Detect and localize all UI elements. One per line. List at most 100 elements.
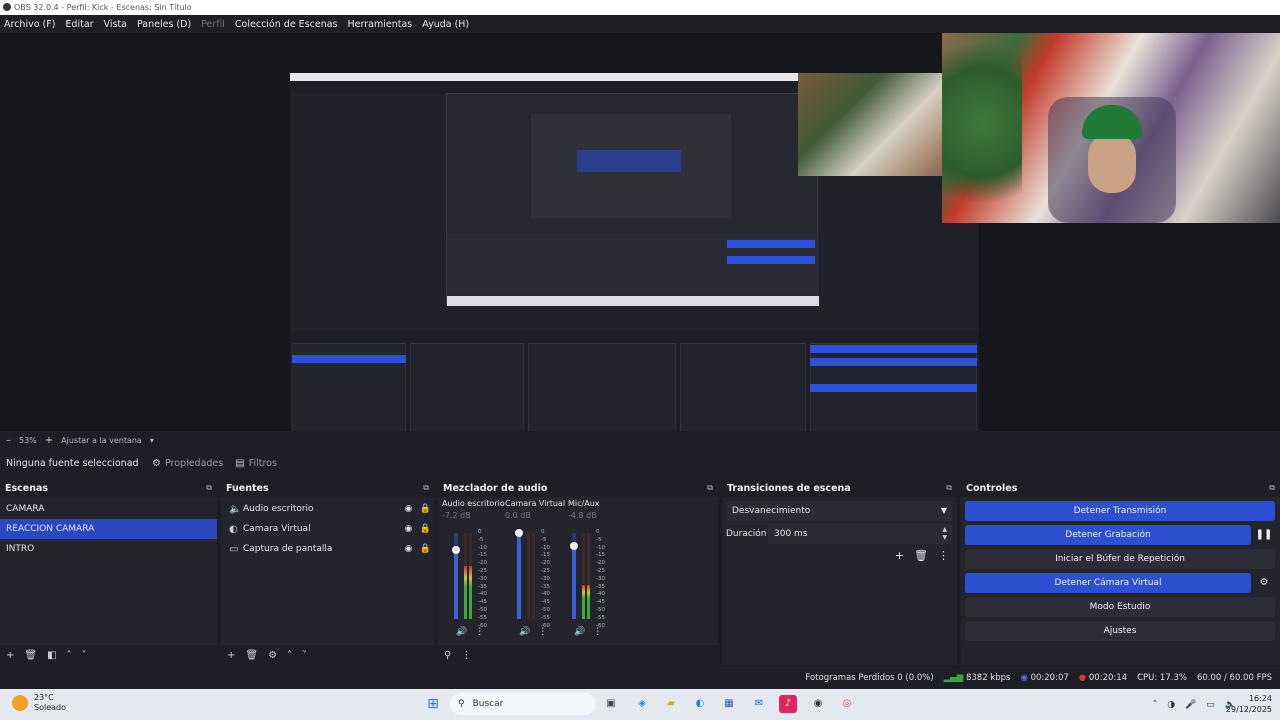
spinner-arrows-icon[interactable]: ▲ ▼ — [942, 526, 947, 542]
fit-window-dropdown[interactable]: Ajustar a la ventana — [61, 436, 142, 445]
menu-ayuda[interactable]: Ayuda (H) — [422, 19, 469, 30]
more-options-icon[interactable]: ⋮ — [538, 627, 547, 637]
undock-icon[interactable]: ⧉ — [946, 483, 952, 493]
mute-icon[interactable]: 🔊 — [519, 627, 530, 637]
db-tick-label: -20 — [596, 560, 605, 567]
more-options-icon[interactable]: ⋮ — [461, 650, 471, 661]
zoom-in-button[interactable]: + — [45, 435, 53, 446]
source-item-captura-pantalla[interactable]: ▭ Captura de pantalla ◉ 🔒 — [221, 539, 434, 559]
clock-date: 29/12/2025 — [1225, 705, 1272, 714]
edge-icon[interactable]: ◐ — [691, 695, 709, 713]
studio-mode-button[interactable]: Modo Estudio — [965, 597, 1275, 617]
mute-icon[interactable]: 🔊 — [456, 627, 467, 637]
replay-buffer-button[interactable]: Iniciar el Búfer de Repetición — [965, 549, 1275, 569]
more-options-icon[interactable]: ⋮ — [475, 627, 484, 637]
source-item-camara-virtual[interactable]: ◐ Camara Virtual ◉ 🔒 — [221, 519, 434, 539]
taskbar-clock[interactable]: 16:24 29/12/2025 — [1226, 693, 1272, 715]
menu-coleccion-escenas[interactable]: Colección de Escenas — [235, 19, 338, 30]
channel-name: Camara Virtual — [505, 499, 566, 508]
trash-icon[interactable]: 🗑 — [245, 650, 258, 661]
store-icon[interactable]: ▦ — [720, 695, 738, 713]
menu-paneles[interactable]: Paneles (D) — [137, 19, 191, 30]
duration-input[interactable]: 300 ms ▲ ▼ — [768, 524, 952, 544]
controls-header: Controles ⧉ — [961, 479, 1280, 497]
volume-slider-handle[interactable] — [570, 542, 578, 550]
outlook-icon[interactable]: ✉ — [750, 695, 768, 713]
volume-slider-handle[interactable] — [452, 546, 460, 554]
settings-button[interactable]: Ajustes — [965, 621, 1275, 641]
copilot-icon[interactable]: ◈ — [633, 695, 651, 713]
menu-editar[interactable]: Editar — [65, 19, 93, 30]
arrow-down-icon[interactable]: ˅ — [82, 650, 87, 661]
pause-icon[interactable]: ❚❚ — [1254, 525, 1274, 545]
properties-button[interactable]: ⚙ Propiedades — [146, 458, 229, 469]
network-icon[interactable]: ▭ — [1206, 700, 1215, 710]
microphone-icon[interactable]: 🎤 — [1185, 700, 1196, 710]
arrow-up-icon[interactable]: ˄ — [67, 650, 72, 661]
add-icon[interactable]: + — [227, 650, 235, 661]
lock-icon[interactable]: 🔒 — [417, 504, 434, 514]
filter-icon[interactable]: ◧ — [47, 650, 56, 661]
menu-archivo[interactable]: Archivo (F) — [4, 19, 55, 30]
sources-list: 🔈 Audio escritorio ◉ 🔒 ◐ Camara Virtual … — [221, 499, 434, 645]
gear-icon[interactable]: ⚙ — [1254, 573, 1274, 593]
stop-virtual-camera-button[interactable]: Detener Cámara Virtual — [965, 573, 1251, 593]
undock-icon[interactable]: ⧉ — [707, 483, 713, 493]
gear-icon[interactable]: ⚙ — [268, 650, 277, 661]
lock-icon[interactable]: 🔒 — [417, 544, 434, 554]
transition-select[interactable]: Desvanecimiento ▼ — [726, 501, 952, 521]
arrow-down-icon[interactable]: ˅ — [302, 650, 307, 661]
file-explorer-icon[interactable]: ▰ — [662, 695, 680, 713]
task-view-icon[interactable]: ▣ — [602, 695, 620, 713]
weather-widget[interactable]: 23°C Soleado — [12, 693, 66, 713]
db-tick-label: -30 — [478, 575, 487, 582]
level-meter — [464, 533, 467, 619]
menu-herramientas[interactable]: Herramientas — [348, 19, 413, 30]
add-icon[interactable]: + — [895, 549, 904, 562]
arrow-up-icon[interactable]: ˄ — [287, 650, 292, 661]
obs-taskbar-icon[interactable]: ◉ — [809, 695, 827, 713]
scene-item-reaccion-camara[interactable]: REACCION CAMARA — [0, 519, 217, 539]
db-tick-label: -50 — [478, 606, 487, 613]
scene-item-camara[interactable]: CAMARA — [0, 499, 217, 519]
windows-start-icon[interactable]: ⊞ — [424, 695, 442, 713]
undock-icon[interactable]: ⧉ — [423, 483, 429, 493]
taskbar-search[interactable]: ⚲ Buscar — [450, 693, 596, 715]
trash-icon[interactable]: 🗑 — [914, 549, 928, 562]
add-icon[interactable]: + — [6, 650, 14, 661]
level-meter — [527, 533, 530, 619]
undock-icon[interactable]: ⧉ — [206, 483, 212, 493]
security-icon[interactable]: ◑ — [1167, 700, 1175, 710]
eye-icon[interactable]: ◉ — [400, 544, 417, 554]
more-options-icon[interactable]: ⋮ — [593, 627, 602, 637]
stop-recording-button[interactable]: Detener Grabación — [965, 525, 1251, 545]
lock-icon[interactable]: 🔒 — [417, 524, 434, 534]
eye-icon[interactable]: ◉ — [400, 504, 417, 514]
filters-button[interactable]: ▤ Filtros — [229, 458, 283, 469]
channel-name: Audio escritorio — [442, 499, 505, 508]
db-tick-label: -45 — [541, 599, 550, 606]
preview-canvas[interactable] — [290, 73, 979, 461]
preview-area[interactable] — [0, 33, 1280, 461]
chevron-down-icon[interactable]: ▾ — [150, 436, 154, 445]
stop-streaming-button[interactable]: Detener Transmisión — [965, 501, 1275, 521]
db-tick-label: -10 — [541, 544, 550, 551]
channel-db: -7.2 dB — [442, 511, 471, 520]
mute-icon[interactable]: 🔊 — [574, 627, 585, 637]
scenes-toolbar: + 🗑 ◧ ˄ ˅ — [0, 645, 217, 665]
chevron-up-icon[interactable]: ˄ — [1153, 700, 1158, 710]
more-options-icon[interactable]: ⋮ — [938, 549, 949, 562]
source-item-audio-escritorio[interactable]: 🔈 Audio escritorio ◉ 🔒 — [221, 499, 434, 519]
undock-icon[interactable]: ⧉ — [1269, 483, 1275, 493]
zoom-out-button[interactable]: – — [6, 435, 11, 446]
chrome-icon[interactable]: ◎ — [838, 695, 856, 713]
scene-item-intro[interactable]: INTRO — [0, 539, 217, 559]
trash-icon[interactable]: 🗑 — [24, 650, 37, 661]
link-icon[interactable]: ⚲ — [444, 650, 451, 661]
source-toolbar: Ninguna fuente seleccionad ⚙ Propiedades… — [0, 449, 1280, 477]
volume-slider[interactable] — [517, 533, 521, 619]
volume-slider-handle[interactable] — [515, 529, 523, 537]
eye-icon[interactable]: ◉ — [400, 524, 417, 534]
menu-vista[interactable]: Vista — [104, 19, 127, 30]
tiktok-icon[interactable]: ♪ — [779, 695, 797, 713]
